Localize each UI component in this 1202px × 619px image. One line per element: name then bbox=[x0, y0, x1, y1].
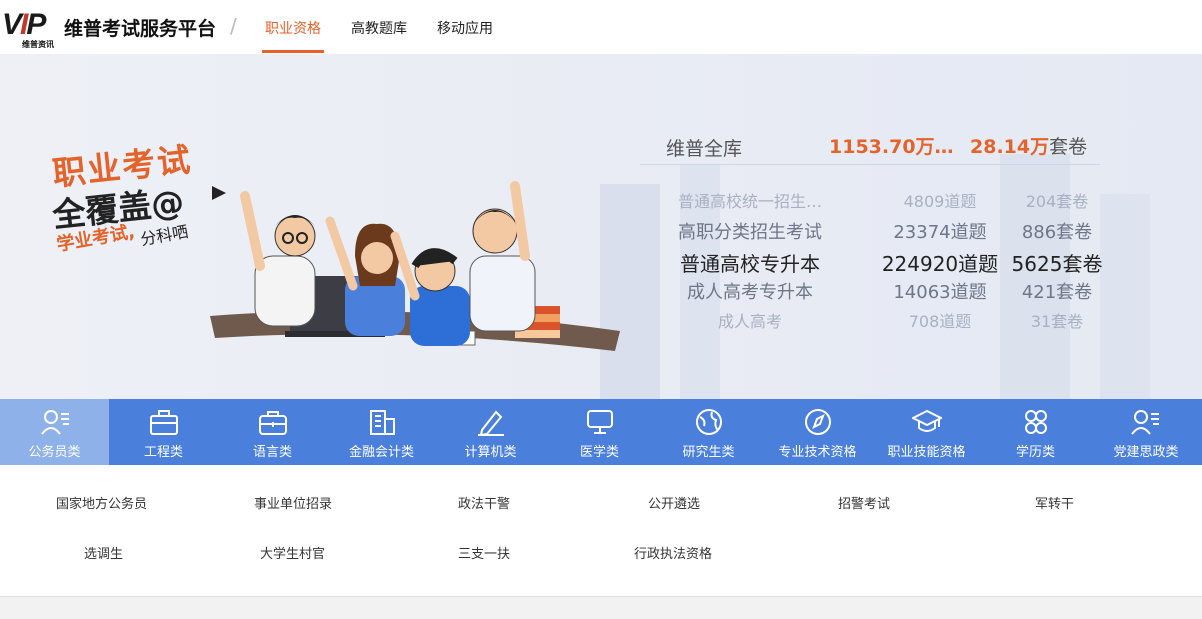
toolbox-icon bbox=[150, 410, 178, 435]
total-sets: 28.14万套卷 bbox=[970, 132, 1087, 159]
logo-subtext: 维普资讯 bbox=[22, 40, 54, 49]
total-label: 维普全库 bbox=[666, 138, 743, 160]
category-postgraduate[interactable]: 研究生类 bbox=[654, 399, 763, 465]
stats-row[interactable]: 高职分类招生考试 23374道题 886套卷 bbox=[640, 218, 1110, 246]
set-count: 5625套卷 bbox=[1011, 252, 1103, 276]
category-finance-accounting[interactable]: 金融会计类 bbox=[327, 399, 436, 465]
category-label: 学历类 bbox=[1015, 445, 1055, 460]
subcategory-link[interactable]: 行政执法资格 bbox=[634, 543, 712, 562]
exam-name: 高职分类招生考试 bbox=[678, 222, 822, 243]
person-list-icon bbox=[1131, 410, 1159, 435]
category-medical[interactable]: 医学类 bbox=[545, 399, 654, 465]
category-party-ideology[interactable]: 党建思政类 bbox=[1090, 399, 1202, 465]
title-separator: / bbox=[230, 14, 237, 38]
category-civil-servant[interactable]: 公务员类 bbox=[0, 399, 109, 465]
category-vocational-skills[interactable]: 职业技能资格 bbox=[872, 399, 981, 465]
subcategory-link[interactable]: 军转干 bbox=[1035, 493, 1074, 512]
subcategory-link[interactable]: 大学生村官 bbox=[260, 543, 325, 562]
stats-row[interactable]: 成人高考专升本 14063道题 421套卷 bbox=[640, 278, 1110, 306]
set-count: 204套卷 bbox=[1025, 192, 1089, 211]
stats-row[interactable]: 成人高考 708道题 31套卷 bbox=[640, 308, 1110, 336]
total-questions: 1153.70万… bbox=[829, 136, 954, 158]
category-engineering[interactable]: 工程类 bbox=[109, 399, 218, 465]
question-count: 23374道题 bbox=[893, 222, 987, 243]
category-label: 党建思政类 bbox=[1113, 445, 1179, 460]
category-label: 金融会计类 bbox=[348, 445, 414, 460]
monitor-icon bbox=[587, 410, 613, 434]
category-professional-technical[interactable]: 专业技术资格 bbox=[763, 399, 872, 465]
category-language[interactable]: 语言类 bbox=[218, 399, 327, 465]
site-title: 维普考试服务平台 bbox=[64, 18, 217, 40]
hero-banner[interactable]: 职业考试 全覆盖@ 学业考试, 分科哂 维普全库 1153.70万… 28.14… bbox=[0, 54, 1202, 399]
stats-row[interactable]: 普通高校专升本 224920道题 5625套卷 bbox=[640, 248, 1110, 276]
category-bar: 公务员类 工程类 语言类 金融会计类 计算机类 医学类 研究生类 专业技术资格 … bbox=[0, 399, 1202, 465]
category-academic-degree[interactable]: 学历类 bbox=[981, 399, 1090, 465]
subcategory-link[interactable]: 政法干警 bbox=[458, 493, 510, 512]
tab-mobile-apps[interactable]: 移动应用 bbox=[437, 18, 493, 38]
set-count: 886套卷 bbox=[1021, 222, 1093, 243]
category-computer[interactable]: 计算机类 bbox=[436, 399, 545, 465]
exam-name: 普通高校统一招生… bbox=[677, 192, 822, 211]
pen-icon bbox=[478, 410, 504, 436]
active-tab-underline bbox=[262, 50, 324, 53]
question-count: 14063道题 bbox=[893, 282, 987, 303]
category-label: 计算机类 bbox=[464, 445, 517, 460]
subcategory-panel: 国家地方公务员 事业单位招录 政法干警 公开遴选 招警考试 军转干 选调生 大学… bbox=[0, 465, 1202, 597]
exam-name: 成人高考 bbox=[717, 312, 782, 331]
graduation-cap-icon bbox=[912, 409, 942, 432]
question-count: 224920道题 bbox=[881, 252, 999, 276]
top-header: VIP 维普资讯 维普考试服务平台 / 职业资格 高教题库 移动应用 bbox=[0, 0, 1202, 54]
exam-name: 成人高考专升本 bbox=[687, 282, 813, 303]
category-label: 研究生类 bbox=[682, 445, 735, 460]
category-label: 语言类 bbox=[252, 445, 292, 460]
category-label: 工程类 bbox=[143, 445, 183, 460]
set-count: 31套卷 bbox=[1030, 312, 1084, 331]
compass-icon bbox=[805, 409, 831, 435]
question-count: 708道题 bbox=[908, 312, 972, 331]
set-count: 421套卷 bbox=[1021, 282, 1093, 303]
total-sets-number: 28.14万 bbox=[970, 136, 1050, 158]
civil-servant-icon bbox=[41, 410, 69, 435]
question-count: 4809道题 bbox=[903, 192, 977, 211]
building-icon bbox=[370, 410, 395, 435]
subcategory-link[interactable]: 选调生 bbox=[84, 543, 123, 562]
tab-higher-ed-question-bank[interactable]: 高教题库 bbox=[351, 18, 407, 38]
category-label: 职业技能资格 bbox=[887, 445, 966, 460]
category-label: 公务员类 bbox=[28, 445, 81, 460]
subcategory-link[interactable]: 三支一扶 bbox=[458, 543, 510, 562]
tab-vocational-qualification[interactable]: 职业资格 bbox=[265, 18, 321, 38]
total-stats-row: 维普全库 1153.70万… 28.14万套卷 bbox=[640, 126, 1100, 162]
logo-mark: VIP bbox=[2, 8, 46, 41]
vip-logo[interactable]: VIP 维普资讯 bbox=[0, 8, 62, 50]
briefcase-icon bbox=[259, 411, 287, 435]
subcategory-link[interactable]: 事业单位招录 bbox=[254, 493, 332, 512]
category-label: 专业技术资格 bbox=[778, 445, 857, 460]
subcategory-link[interactable]: 公开遴选 bbox=[648, 493, 700, 512]
category-label: 医学类 bbox=[579, 445, 619, 460]
subcategory-link[interactable]: 招警考试 bbox=[838, 493, 890, 512]
grid-icon bbox=[1025, 410, 1047, 434]
stats-divider bbox=[640, 164, 1100, 165]
students-illustration bbox=[210, 181, 620, 351]
total-sets-unit: 套卷 bbox=[1049, 136, 1088, 158]
stats-row[interactable]: 普通高校统一招生… 4809道题 204套卷 bbox=[640, 188, 1110, 216]
globe-icon bbox=[696, 409, 722, 435]
subcategory-link[interactable]: 国家地方公务员 bbox=[56, 493, 147, 512]
exam-name: 普通高校专升本 bbox=[680, 252, 820, 276]
